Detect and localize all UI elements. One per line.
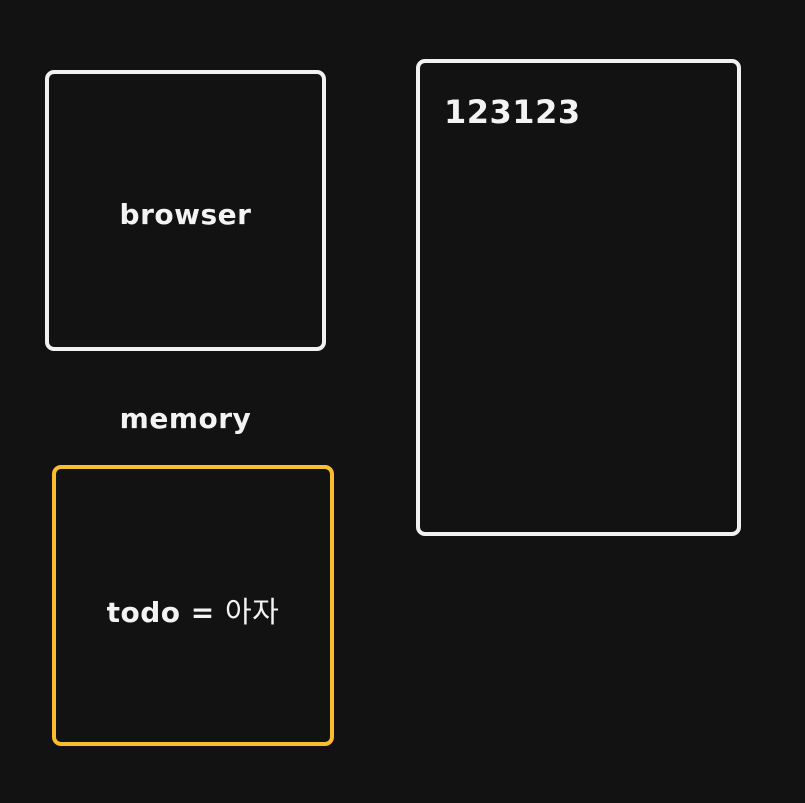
- browser-box[interactable]: browser: [45, 70, 326, 351]
- browser-label: browser: [119, 198, 252, 231]
- output-text: 123123: [444, 93, 581, 131]
- memory-box[interactable]: todo = 아자: [52, 465, 334, 746]
- todo-operator: =: [190, 596, 215, 629]
- todo-value: 아자: [225, 595, 280, 629]
- todo-assignment: todo = 아자: [56, 589, 330, 631]
- memory-label: memory: [119, 402, 252, 435]
- todo-key: todo: [106, 596, 181, 629]
- diagram-canvas: browser 123123 memory todo = 아자: [0, 0, 805, 803]
- output-box[interactable]: 123123: [416, 59, 741, 536]
